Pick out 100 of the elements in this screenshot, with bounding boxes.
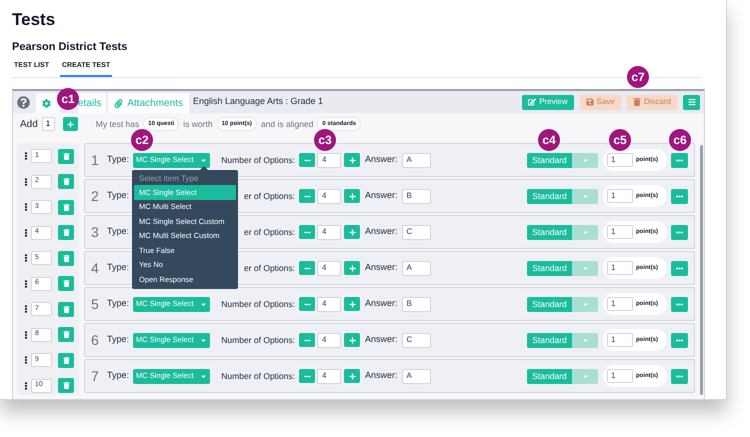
decrease-button[interactable]	[299, 261, 315, 275]
plus-icon	[348, 372, 356, 380]
question-number: 2	[91, 188, 100, 204]
standard-dropdown-button[interactable]	[572, 332, 598, 348]
plus-icon	[348, 300, 356, 308]
decrease-button[interactable]	[299, 153, 315, 167]
points-field[interactable]: 1	[607, 369, 633, 383]
answer-field[interactable]: A	[402, 368, 431, 384]
answer-field[interactable]: B	[402, 296, 431, 312]
increase-button[interactable]	[344, 225, 360, 239]
type-label: Type:	[107, 369, 130, 382]
settings-tab-button[interactable]	[36, 93, 60, 113]
delete-button[interactable]	[58, 302, 74, 316]
options-field[interactable]: 4	[317, 260, 341, 276]
caret-icon	[200, 300, 207, 308]
points-field[interactable]: 1	[607, 261, 633, 275]
trash-icon	[62, 254, 70, 262]
options-field[interactable]: 4	[317, 224, 341, 240]
add-count-field[interactable]: 1	[42, 117, 55, 131]
page-title: Tests	[12, 10, 56, 30]
delete-button[interactable]	[58, 327, 74, 342]
decrease-button[interactable]	[299, 333, 315, 347]
more-button[interactable]	[671, 188, 688, 204]
options-field[interactable]: 4	[317, 332, 341, 348]
increase-button[interactable]	[344, 153, 360, 167]
delete-button[interactable]	[58, 250, 74, 266]
points-field[interactable]: 1	[607, 333, 633, 347]
drag-handle-icon[interactable]	[23, 330, 29, 338]
options-field[interactable]: 4	[317, 152, 341, 168]
points-field[interactable]: 1	[607, 225, 633, 239]
options-field[interactable]: 4	[317, 296, 341, 312]
answer-field[interactable]: C	[402, 332, 431, 348]
increase-button[interactable]	[344, 369, 360, 383]
question-number: 4	[91, 260, 100, 276]
standard-dropdown-button[interactable]	[572, 260, 598, 276]
help-icon[interactable]	[17, 96, 30, 108]
plus-icon	[66, 120, 74, 128]
caret-icon	[582, 336, 588, 344]
decrease-button[interactable]	[299, 369, 315, 383]
increase-button[interactable]	[344, 333, 360, 347]
drag-handle-icon[interactable]	[23, 305, 29, 313]
caret-icon	[582, 264, 588, 272]
points-field[interactable]: 1	[607, 189, 633, 203]
menu-button[interactable]	[683, 94, 700, 110]
trash-icon	[62, 356, 70, 364]
delete-button[interactable]	[58, 148, 74, 164]
standard-dropdown-button[interactable]	[572, 224, 598, 240]
answer-field[interactable]: A	[402, 260, 431, 276]
decrease-button[interactable]	[299, 297, 315, 311]
plus-icon	[348, 336, 356, 344]
more-button[interactable]	[671, 296, 688, 312]
options-field[interactable]: 4	[317, 368, 341, 384]
question-number: 6	[91, 332, 100, 348]
answer-label: Answer:	[365, 189, 398, 202]
save-icon	[586, 98, 594, 106]
more-button[interactable]	[671, 260, 688, 276]
standard-dropdown-button[interactable]	[572, 152, 598, 168]
increase-button[interactable]	[344, 189, 360, 203]
delete-button[interactable]	[58, 174, 74, 189]
trash-icon	[62, 178, 70, 185]
trash-icon	[632, 98, 641, 106]
points-field[interactable]: 1	[607, 153, 633, 167]
add-button[interactable]	[62, 117, 78, 131]
scrollbar[interactable]	[700, 145, 703, 395]
drag-handle-icon[interactable]	[23, 203, 29, 211]
menu-header: Select Item Type	[138, 172, 200, 185]
decrease-button[interactable]	[299, 189, 315, 203]
drag-handle-icon[interactable]	[23, 178, 29, 186]
decrease-button[interactable]	[299, 225, 315, 239]
drag-handle-icon[interactable]	[23, 254, 29, 262]
options-field[interactable]: 4	[317, 188, 341, 204]
menu-icon	[688, 98, 696, 106]
standard-dropdown-button[interactable]	[572, 188, 598, 204]
type-label: Type:	[107, 333, 130, 346]
more-icon	[676, 336, 683, 344]
drag-handle-icon[interactable]	[23, 152, 29, 160]
type-label: Type:	[107, 225, 130, 238]
delete-button[interactable]	[58, 352, 74, 368]
delete-button[interactable]	[58, 276, 74, 291]
delete-button[interactable]	[58, 378, 74, 393]
drag-handle-icon[interactable]	[23, 382, 29, 390]
answer-field[interactable]: B	[402, 188, 431, 204]
more-button[interactable]	[671, 332, 688, 348]
delete-button[interactable]	[58, 200, 74, 214]
standard-dropdown-button[interactable]	[572, 296, 598, 312]
increase-button[interactable]	[344, 261, 360, 275]
standard-dropdown-button[interactable]	[572, 368, 598, 384]
answer-field[interactable]: C	[402, 224, 431, 240]
more-button[interactable]	[671, 368, 688, 384]
more-button[interactable]	[671, 152, 688, 168]
answer-field[interactable]: A	[402, 152, 431, 168]
increase-button[interactable]	[344, 297, 360, 311]
delete-button[interactable]	[58, 225, 74, 240]
options-label: er of Options:	[244, 190, 295, 202]
drag-handle-icon[interactable]	[23, 280, 29, 288]
drag-handle-icon[interactable]	[23, 228, 29, 236]
drag-handle-icon[interactable]	[23, 356, 29, 364]
trash-icon	[62, 306, 70, 312]
points-field[interactable]: 1	[607, 297, 633, 311]
more-button[interactable]	[671, 224, 688, 240]
